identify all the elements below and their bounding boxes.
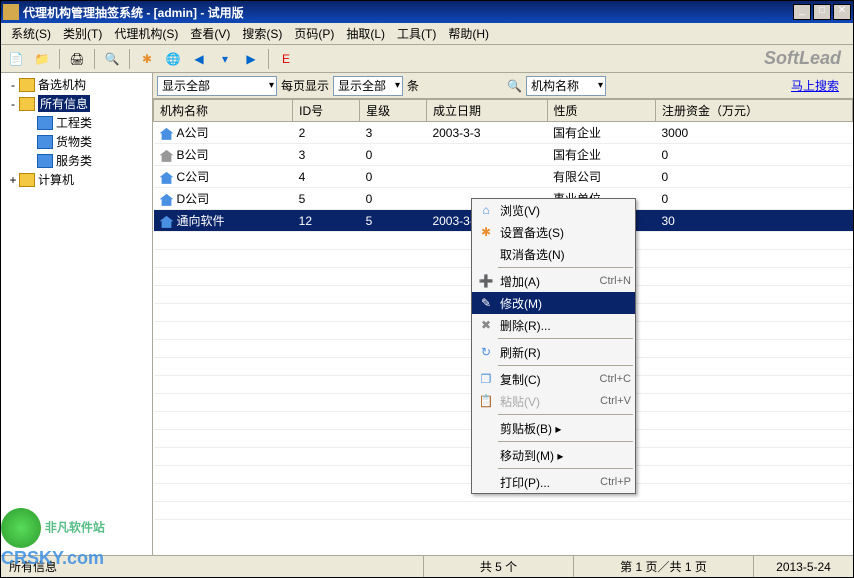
table-row[interactable]: A公司232003-3-3国有企业3000 xyxy=(154,122,853,144)
filter-label-2: 条 xyxy=(407,77,419,94)
menu-item[interactable]: 查看(V) xyxy=(184,23,236,44)
context-menu-item[interactable]: 剪贴板(B) ▸ xyxy=(472,417,635,439)
table-row xyxy=(154,502,853,520)
menu-item[interactable]: 页码(P) xyxy=(288,23,340,44)
close-button[interactable]: ✕ xyxy=(833,4,851,20)
tree-sidebar: -备选机构-所有信息工程类货物类服务类+计算机 xyxy=(1,73,153,555)
context-menu-item[interactable]: ✖删除(R)... xyxy=(472,314,635,336)
context-menu-item[interactable]: 打印(P)...Ctrl+P xyxy=(472,471,635,493)
tool-search-icon[interactable]: 🔍 xyxy=(101,48,123,70)
menu-item[interactable]: 搜索(S) xyxy=(236,23,288,44)
column-header[interactable]: 性质 xyxy=(547,100,655,122)
menu-item[interactable]: 系统(S) xyxy=(5,23,57,44)
menu-item[interactable]: 帮助(H) xyxy=(442,23,495,44)
title-bar: 代理机构管理抽签系统 - [admin] - 试用版 _ □ ✕ xyxy=(1,1,853,23)
table-row[interactable]: C公司40有限公司0 xyxy=(154,166,853,188)
menu-item[interactable]: 代理机构(S) xyxy=(108,23,184,44)
tree-node[interactable]: 服务类 xyxy=(3,151,150,170)
tree-node[interactable]: 货物类 xyxy=(3,132,150,151)
search-link[interactable]: 马上搜索 xyxy=(791,77,839,94)
tool-new-icon[interactable]: 📄 xyxy=(5,48,27,70)
context-menu-item[interactable]: 取消备选(N) xyxy=(472,243,635,265)
brand-label: SoftLead xyxy=(764,48,849,69)
menu-item[interactable]: 抽取(L) xyxy=(340,23,391,44)
status-page: 第 1 页／共 1 页 xyxy=(573,556,753,577)
column-header[interactable]: 成立日期 xyxy=(426,100,547,122)
menu-bar: 系统(S)类别(T)代理机构(S)查看(V)搜索(S)页码(P)抽取(L)工具(… xyxy=(1,23,853,45)
table-row[interactable]: B公司30国有企业0 xyxy=(154,144,853,166)
filter-label-1: 每页显示 xyxy=(281,77,329,94)
context-menu-item[interactable]: ↻刷新(R) xyxy=(472,341,635,363)
context-menu-item[interactable]: ➕增加(A)Ctrl+N xyxy=(472,270,635,292)
context-menu-item[interactable]: ❐复制(C)Ctrl+C xyxy=(472,368,635,390)
tool-exit-icon[interactable]: E xyxy=(275,48,297,70)
tree-node[interactable]: +计算机 xyxy=(3,170,150,189)
window-title: 代理机构管理抽签系统 - [admin] - 试用版 xyxy=(23,4,793,21)
status-bar: 所有信息 共 5 个 第 1 页／共 1 页 2013-5-24 xyxy=(1,555,853,577)
watermark: 非凡软件站 CRSKY.com xyxy=(1,508,105,569)
context-menu: ⌂浏览(V)✱设置备选(S)取消备选(N) ➕增加(A)Ctrl+N✎修改(M)✖… xyxy=(471,198,636,494)
filter-combo-2[interactable]: 显示全部 xyxy=(333,76,403,96)
toolbar: 📄 📁 🖨 🔍 ✱ 🌐 ◀ ▾ ▶ E SoftLead xyxy=(1,45,853,73)
window-controls: _ □ ✕ xyxy=(793,4,851,20)
content-area: -备选机构-所有信息工程类货物类服务类+计算机 显示全部 每页显示 显示全部 条… xyxy=(1,73,853,555)
status-date: 2013-5-24 xyxy=(753,556,853,577)
context-menu-item[interactable]: 📋粘贴(V)Ctrl+V xyxy=(472,390,635,412)
app-icon xyxy=(3,4,19,20)
tool-right-icon[interactable]: ▶ xyxy=(240,48,262,70)
minimize-button[interactable]: _ xyxy=(793,4,811,20)
tool-left-icon[interactable]: ◀ xyxy=(188,48,210,70)
search-icon: 🔍 xyxy=(507,79,522,93)
menu-item[interactable]: 类别(T) xyxy=(57,23,108,44)
tree-node[interactable]: 工程类 xyxy=(3,113,150,132)
tool-globe-icon[interactable]: 🌐 xyxy=(162,48,184,70)
filter-combo-1[interactable]: 显示全部 xyxy=(157,76,277,96)
context-menu-item[interactable]: ✎修改(M) xyxy=(472,292,635,314)
tool-star-icon[interactable]: ✱ xyxy=(136,48,158,70)
tree-node[interactable]: -所有信息 xyxy=(3,94,150,113)
column-header[interactable]: 注册资金（万元） xyxy=(655,100,852,122)
column-header[interactable]: 星级 xyxy=(360,100,427,122)
tree-node[interactable]: -备选机构 xyxy=(3,75,150,94)
tool-folder-icon[interactable]: 📁 xyxy=(31,48,53,70)
status-count: 共 5 个 xyxy=(423,556,573,577)
tool-play-icon[interactable]: ▾ xyxy=(214,48,236,70)
menu-item[interactable]: 工具(T) xyxy=(391,23,442,44)
context-menu-item[interactable]: ✱设置备选(S) xyxy=(472,221,635,243)
filter-bar: 显示全部 每页显示 显示全部 条 🔍 机构名称 马上搜索 xyxy=(153,73,853,99)
tool-print-icon[interactable]: 🖨 xyxy=(66,48,88,70)
maximize-button[interactable]: □ xyxy=(813,4,831,20)
context-menu-item[interactable]: ⌂浏览(V) xyxy=(472,199,635,221)
context-menu-item[interactable]: 移动到(M) ▸ xyxy=(472,444,635,466)
search-field-combo[interactable]: 机构名称 xyxy=(526,76,606,96)
column-header[interactable]: 机构名称 xyxy=(154,100,293,122)
column-header[interactable]: ID号 xyxy=(293,100,360,122)
